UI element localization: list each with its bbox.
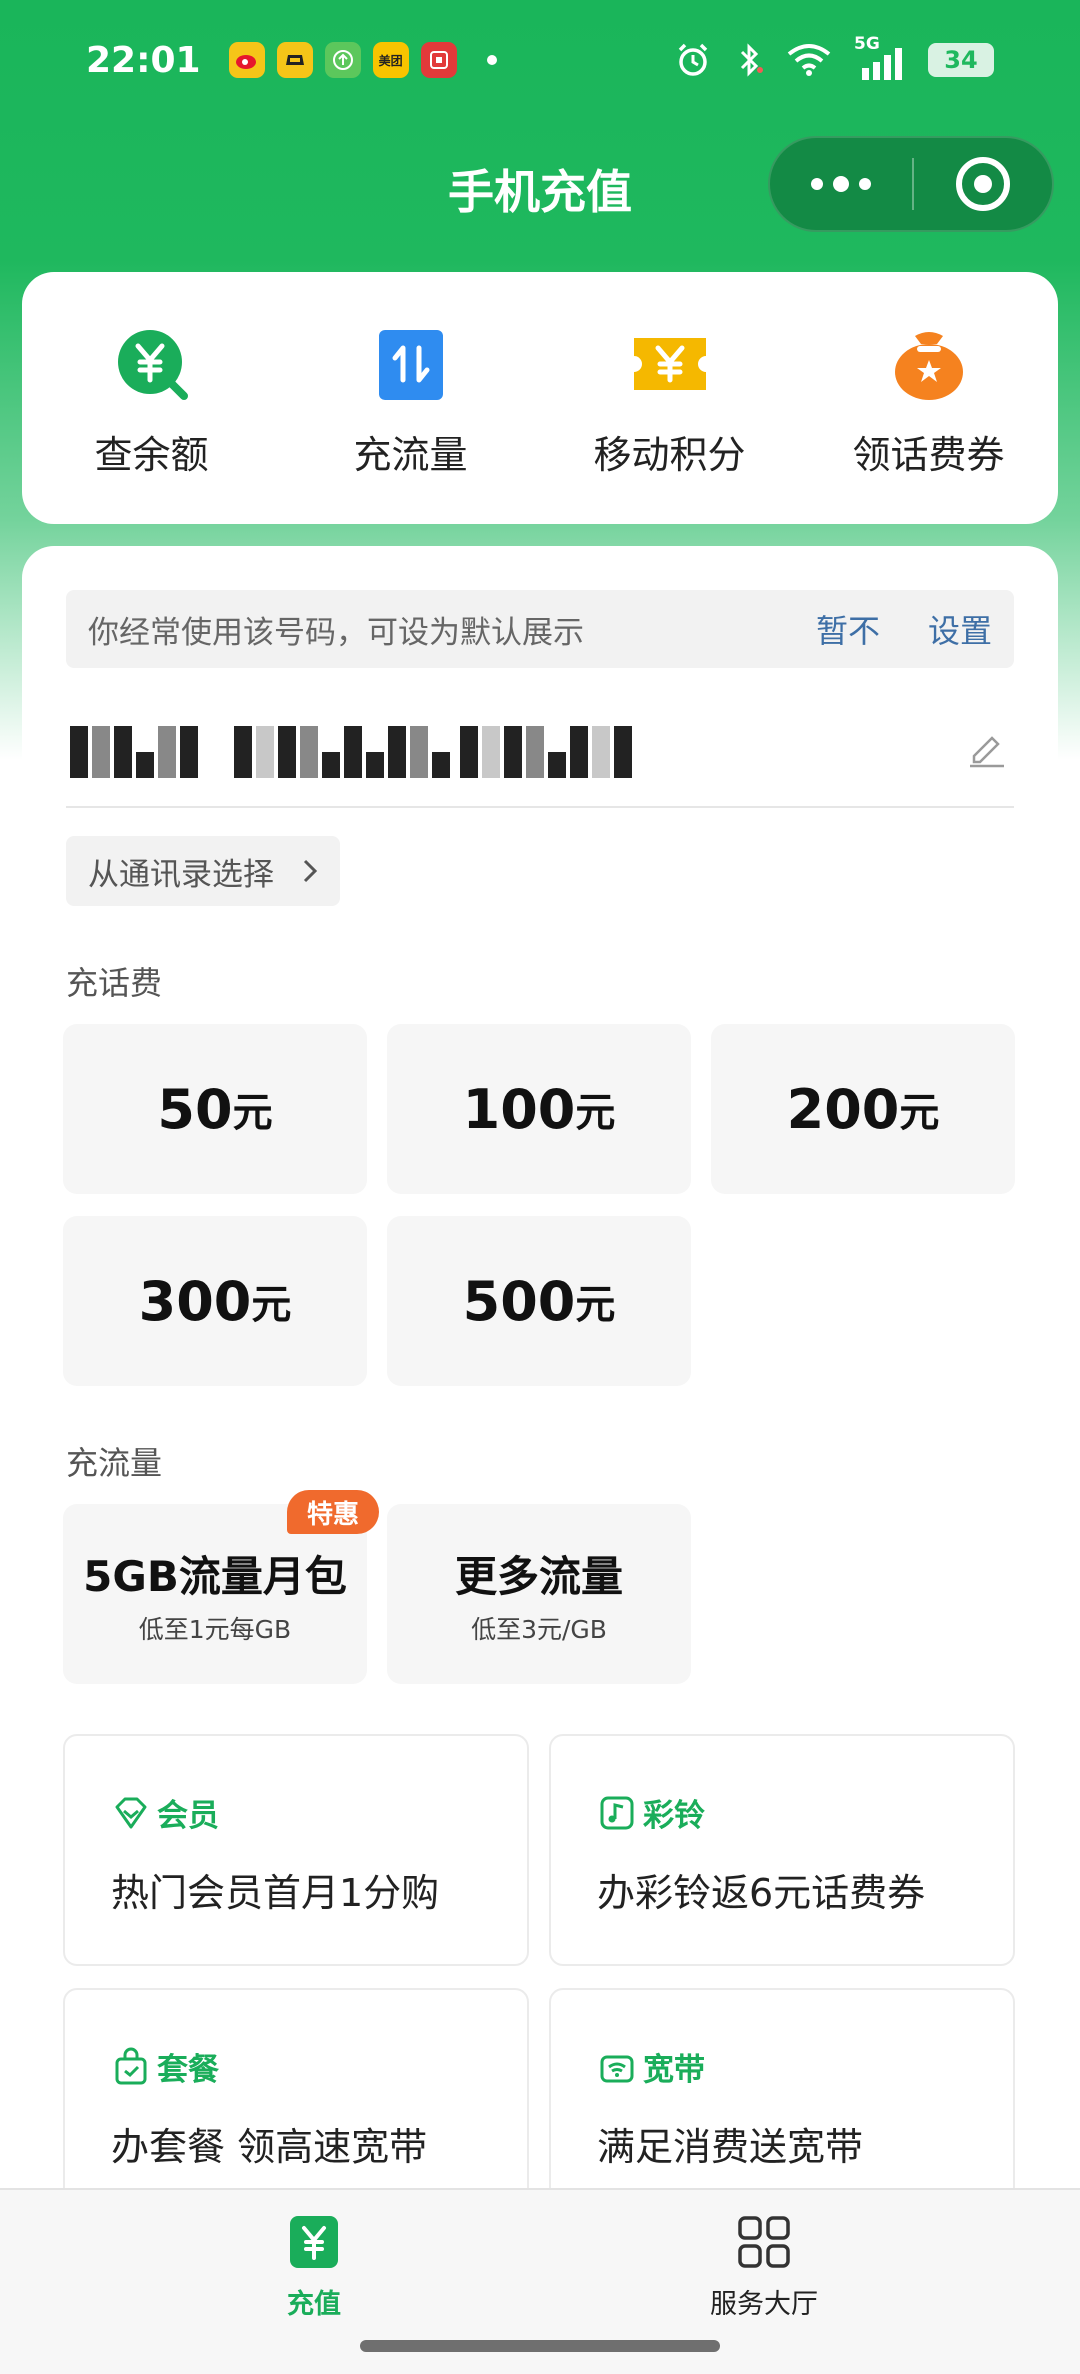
quick-action-coupon[interactable]: 领话费券: [799, 272, 1058, 524]
data-pack-title: 更多流量: [454, 1551, 623, 1601]
nav-tab-recharge[interactable]: 充值: [214, 2214, 414, 2321]
more-dot-icon: [833, 176, 849, 192]
data-pack-title: 5GB流量月包: [83, 1551, 347, 1601]
wifi-icon: [787, 44, 831, 76]
more-menu-button[interactable]: [770, 136, 912, 232]
broadband-router-icon: [600, 2055, 634, 2082]
amount-unit: 元: [251, 1282, 292, 1328]
nav-tab-label: 服务大厅: [710, 2289, 818, 2320]
quick-action-label: 移动积分: [593, 433, 746, 477]
amount-value: 300: [138, 1269, 252, 1333]
service-tag: 宽带: [643, 2052, 705, 2088]
amount-unit: 元: [232, 1090, 273, 1136]
more-dot-icon: [859, 178, 871, 190]
quick-action-balance[interactable]: 查余额: [22, 272, 281, 524]
service-header: 宽带: [597, 2044, 705, 2089]
amount-option-100[interactable]: 100 元: [387, 1024, 691, 1194]
amount-value: 500: [462, 1269, 576, 1333]
nav-tab-service-hall[interactable]: 服务大厅: [664, 2214, 864, 2321]
quick-action-data[interactable]: 充流量: [281, 272, 540, 524]
data-pack-more[interactable]: 更多流量 低至3元/GB: [387, 1504, 691, 1684]
recharge-yuan-icon: [290, 2216, 338, 2268]
more-dot-icon: [811, 178, 823, 190]
quick-action-label: 充流量: [353, 433, 468, 477]
weibo-icon: [228, 42, 265, 78]
service-card-membership[interactable]: 会员 热门会员首月1分购: [63, 1734, 529, 1966]
app-header: 手机充值: [0, 128, 1080, 238]
service-description: 办套餐 领高速宽带: [111, 2125, 428, 2169]
service-description: 热门会员首月1分购: [111, 1871, 440, 1915]
data-pack-5gb[interactable]: 特惠 5GB流量月包 低至1元每GB: [63, 1490, 379, 1684]
quick-action-label: 查余额: [94, 433, 209, 477]
alarm-icon: [678, 43, 708, 76]
service-tag: 会员: [157, 1798, 219, 1834]
service-header: 会员: [111, 1790, 219, 1835]
edit-icon[interactable]: [964, 726, 1008, 770]
close-miniprogram-button[interactable]: [914, 157, 1052, 211]
notification-icons: 美团: [228, 42, 497, 78]
recharge-panel: 你经常使用该号码，可设为默认展示 暂不 设置 从通讯录选择 充话费 50 元 10…: [22, 546, 1058, 2246]
amount-option-200[interactable]: 200 元: [711, 1024, 1015, 1194]
masked-phone-number: [70, 726, 632, 778]
nav-tab-label: 充值: [287, 2289, 341, 2320]
status-time: 22:01: [86, 39, 201, 81]
icbc-icon: [420, 42, 457, 78]
service-header: 套餐: [111, 2044, 219, 2089]
service-card-broadband[interactable]: 宽带 满足消费送宽带: [549, 1988, 1015, 2220]
ringtone-music-icon: [600, 1796, 634, 1829]
amount-option-50[interactable]: 50 元: [63, 1024, 367, 1194]
points-ticket-icon: [633, 338, 706, 390]
amount-value: 200: [786, 1077, 900, 1141]
taxi-icon: [276, 42, 313, 78]
upload-icon: [324, 42, 361, 78]
topup-section-title: 充话费: [66, 964, 163, 1002]
amount-unit: 元: [899, 1090, 940, 1136]
battery-indicator: 34: [928, 43, 994, 77]
quick-action-points[interactable]: 移动积分: [540, 272, 799, 524]
service-card-package[interactable]: 套餐 办套餐 领高速宽带: [63, 1988, 529, 2220]
service-header: 彩铃: [597, 1790, 705, 1835]
select-from-contacts-label: 从通讯录选择: [88, 856, 274, 893]
service-tag: 彩铃: [643, 1798, 705, 1834]
service-tag: 套餐: [157, 2052, 219, 2088]
data-transfer-icon: [378, 330, 443, 400]
quick-actions-card: 查余额 充流量 移动积分 领话费券: [22, 272, 1058, 524]
miniprogram-capsule: [768, 136, 1054, 232]
set-default-button[interactable]: 设置: [928, 606, 992, 652]
quick-action-label: 领话费券: [852, 433, 1005, 477]
select-from-contacts-button[interactable]: 从通讯录选择: [66, 836, 340, 906]
phone-number-input[interactable]: [66, 698, 1014, 808]
amount-unit: 元: [575, 1282, 616, 1328]
data-pack-subtitle: 低至3元/GB: [471, 1614, 607, 1644]
balance-check-icon: [117, 330, 188, 400]
status-indicators: 5G 34: [674, 34, 994, 80]
service-grid-icon: [738, 2216, 790, 2268]
data-section-title: 充流量: [66, 1444, 163, 1482]
amount-option-300[interactable]: 300 元: [63, 1216, 367, 1386]
coupon-bag-icon: [894, 332, 963, 400]
service-description: 办彩铃返6元话费券: [597, 1871, 926, 1915]
target-icon: [956, 157, 1010, 211]
membership-diamond-icon: [115, 1797, 147, 1828]
package-bag-icon: [115, 2047, 147, 2084]
dismiss-default-button[interactable]: 暂不: [816, 606, 880, 652]
chevron-right-icon: [303, 859, 318, 883]
amount-option-500[interactable]: 500 元: [387, 1216, 691, 1386]
special-offer-badge: 特惠: [287, 1490, 379, 1534]
meituan-icon: 美团: [372, 42, 409, 78]
amount-value: 50: [157, 1077, 233, 1141]
data-pack-subtitle: 低至1元每GB: [138, 1614, 292, 1644]
home-indicator[interactable]: [360, 2340, 720, 2352]
cellular-signal-icon: 5G: [854, 34, 906, 80]
default-number-tip-text: 你经常使用该号码，可设为默认展示: [88, 614, 584, 651]
default-number-tip: 你经常使用该号码，可设为默认展示 暂不 设置: [66, 590, 1014, 668]
more-notifications-dot: [486, 55, 497, 65]
service-description: 满足消费送宽带: [597, 2125, 864, 2169]
amount-value: 100: [462, 1077, 576, 1141]
service-card-ringtone[interactable]: 彩铃 办彩铃返6元话费券: [549, 1734, 1015, 1966]
bluetooth-icon: [740, 43, 763, 77]
amount-unit: 元: [575, 1090, 616, 1136]
status-bar: 22:01 美团 5G 34: [0, 0, 1080, 120]
